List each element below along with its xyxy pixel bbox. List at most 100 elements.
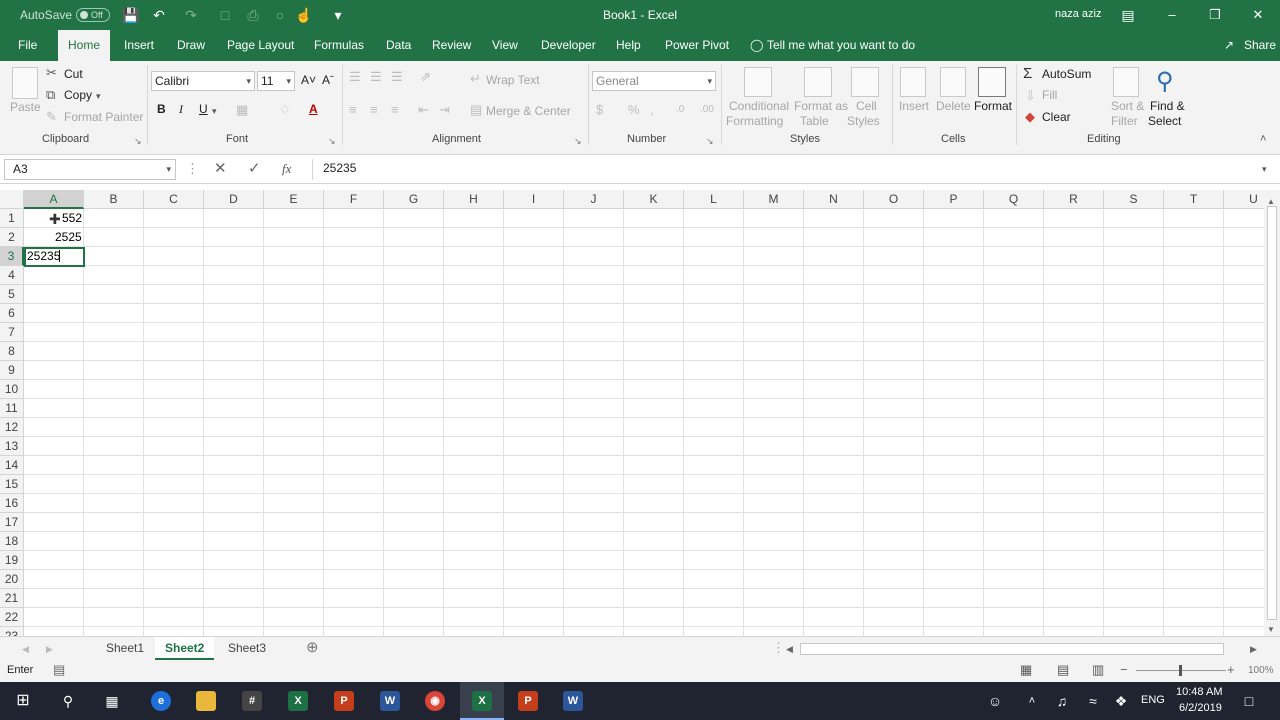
- macro-record-icon[interactable]: ▤: [53, 662, 65, 678]
- wrap-text-button[interactable]: Wrap Text: [486, 73, 540, 87]
- column-header-h[interactable]: H: [444, 190, 504, 209]
- orientation-icon[interactable]: ⇗: [420, 69, 431, 85]
- horizontal-scroll-thumb[interactable]: [800, 643, 1224, 655]
- column-header-c[interactable]: C: [144, 190, 204, 209]
- format-as-table-icon[interactable]: [804, 67, 832, 97]
- name-box[interactable]: A3 ▾: [4, 159, 176, 180]
- language-indicator[interactable]: ENG: [1141, 694, 1165, 706]
- column-header-a[interactable]: A: [24, 190, 84, 209]
- row-header-15[interactable]: 15: [0, 475, 24, 494]
- percent-icon[interactable]: %: [628, 102, 640, 118]
- copy-icon[interactable]: ⧉: [46, 87, 55, 103]
- font-size-select[interactable]: 11 ▾: [257, 71, 295, 91]
- column-header-m[interactable]: M: [744, 190, 804, 209]
- file-explorer-icon[interactable]: [196, 691, 216, 711]
- restore-icon[interactable]: ❐: [1192, 0, 1238, 30]
- page-layout-view-icon[interactable]: ▤: [1057, 662, 1069, 678]
- normal-view-icon[interactable]: ▦: [1020, 662, 1032, 678]
- row-header-13[interactable]: 13: [0, 437, 24, 456]
- align-bottom-icon[interactable]: ☰: [391, 69, 403, 85]
- comma-icon[interactable]: ,: [650, 102, 654, 118]
- sort-filter-label-2[interactable]: Filter: [1111, 114, 1138, 128]
- vertical-scroll-thumb[interactable]: [1267, 206, 1277, 620]
- align-right-icon[interactable]: ≡: [391, 102, 399, 118]
- cell-styles-button[interactable]: Cell: [856, 99, 877, 113]
- format-cells-button[interactable]: Format: [974, 99, 1012, 113]
- decrease-indent-icon[interactable]: ⇤: [418, 102, 429, 118]
- decrease-decimal-icon[interactable]: .00: [700, 102, 714, 118]
- format-as-table-label-2[interactable]: Table: [800, 114, 829, 128]
- row-header-14[interactable]: 14: [0, 456, 24, 475]
- paste-icon[interactable]: [12, 67, 38, 99]
- circle-icon[interactable]: ○: [270, 5, 290, 25]
- insert-cells-icon[interactable]: [900, 67, 926, 97]
- minimize-icon[interactable]: –: [1149, 0, 1195, 30]
- underline-button[interactable]: U: [199, 102, 208, 116]
- formula-input[interactable]: 25235: [312, 159, 1276, 180]
- column-header-j[interactable]: J: [564, 190, 624, 209]
- collapse-ribbon-icon[interactable]: ˄: [1260, 131, 1266, 147]
- row-header-23[interactable]: 23: [0, 627, 24, 636]
- row-header-22[interactable]: 22: [0, 608, 24, 627]
- column-header-o[interactable]: O: [864, 190, 924, 209]
- row-header-9[interactable]: 9: [0, 361, 24, 380]
- row-header-11[interactable]: 11: [0, 399, 24, 418]
- volume-icon[interactable]: ♫: [1047, 686, 1077, 716]
- bold-button[interactable]: B: [157, 102, 166, 116]
- tab-file[interactable]: File: [18, 30, 37, 61]
- ribbon-display-icon[interactable]: ▤: [1118, 5, 1138, 25]
- clipboard-launcher-icon[interactable]: ↘: [134, 133, 142, 149]
- sort-filter-icon[interactable]: [1113, 67, 1139, 97]
- row-header-18[interactable]: 18: [0, 532, 24, 551]
- row-header-16[interactable]: 16: [0, 494, 24, 513]
- row-header-12[interactable]: 12: [0, 418, 24, 437]
- word-icon-2[interactable]: W: [563, 691, 583, 711]
- excel-active-icon[interactable]: X: [472, 691, 492, 711]
- tab-help[interactable]: Help: [616, 30, 641, 61]
- format-cells-icon[interactable]: [978, 67, 1006, 97]
- tab-insert[interactable]: Insert: [124, 30, 154, 61]
- user-name[interactable]: naza aziz: [1055, 8, 1101, 20]
- borders-icon[interactable]: ▦: [236, 102, 248, 118]
- clear-button[interactable]: Clear: [1042, 110, 1071, 124]
- delete-cells-icon[interactable]: [940, 67, 966, 97]
- sheet-tab-sheet1[interactable]: Sheet1: [106, 637, 144, 660]
- vertical-scrollbar[interactable]: ▲ ▼: [1264, 190, 1280, 636]
- autosave-toggle[interactable]: Off: [76, 8, 110, 22]
- conditional-formatting-icon[interactable]: [744, 67, 772, 97]
- powerpoint-taskbar-icon[interactable]: P: [334, 691, 354, 711]
- close-icon[interactable]: ✕: [1235, 0, 1280, 30]
- fill-color-icon[interactable]: ♢: [279, 102, 291, 118]
- hidden-icons-chevron-icon[interactable]: ˄: [1017, 686, 1047, 716]
- insert-cells-button[interactable]: Insert: [899, 99, 929, 113]
- number-format-select[interactable]: General ▾: [592, 71, 716, 91]
- align-middle-icon[interactable]: ☰: [370, 69, 382, 85]
- cell-styles-label-2[interactable]: Styles: [847, 114, 880, 128]
- row-header-19[interactable]: 19: [0, 551, 24, 570]
- eraser-icon[interactable]: ◆: [1025, 109, 1035, 125]
- windows-start-icon[interactable]: ⊞: [8, 686, 38, 716]
- redo-icon[interactable]: ↷: [181, 5, 201, 25]
- cancel-entry-icon[interactable]: ✕: [214, 161, 227, 177]
- zoom-in-icon[interactable]: +: [1227, 662, 1235, 678]
- tab-power-pivot[interactable]: Power Pivot: [665, 30, 729, 61]
- sigma-icon[interactable]: Σ: [1023, 66, 1032, 82]
- copy-button[interactable]: Copy: [64, 88, 92, 102]
- row-header-3[interactable]: 3: [0, 247, 24, 266]
- new-file-icon[interactable]: □: [215, 5, 235, 25]
- scroll-right-icon[interactable]: ▶: [1250, 641, 1257, 657]
- find-select-button[interactable]: Find &: [1150, 99, 1185, 113]
- find-select-label-2[interactable]: Select: [1148, 114, 1181, 128]
- tab-data[interactable]: Data: [386, 30, 411, 61]
- insert-function-button[interactable]: fx: [282, 161, 291, 177]
- increase-font-icon[interactable]: A˅: [301, 73, 316, 87]
- column-header-k[interactable]: K: [624, 190, 684, 209]
- enter-check-icon[interactable]: ✓: [248, 161, 261, 177]
- row-header-17[interactable]: 17: [0, 513, 24, 532]
- clock-date[interactable]: 6/2/2019: [1179, 702, 1222, 714]
- align-left-icon[interactable]: ≡: [349, 102, 357, 118]
- number-launcher-icon[interactable]: ↘: [706, 133, 714, 149]
- page-break-view-icon[interactable]: ▥: [1092, 662, 1104, 678]
- format-painter-button[interactable]: Format Painter: [64, 110, 143, 124]
- tab-review[interactable]: Review: [432, 30, 471, 61]
